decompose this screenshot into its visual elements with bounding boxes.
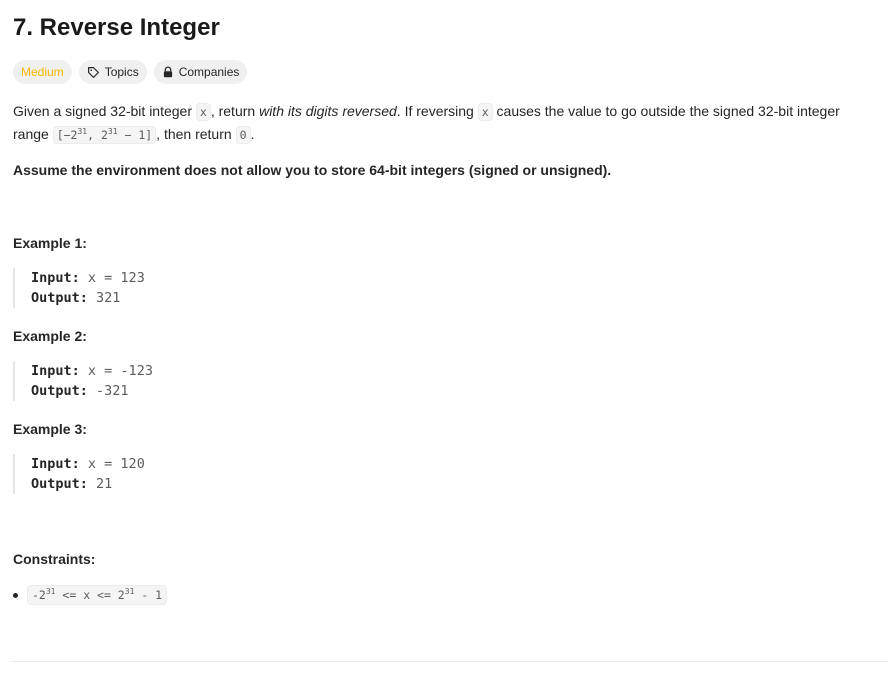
bullet-icon [13,592,18,598]
example-input-line: Input: x = 120 [31,456,145,472]
tag-icon [87,66,100,79]
problem-title[interactable]: 7. Reverse Integer [13,14,220,42]
companies-button[interactable]: Companies [153,60,248,84]
constraint-item: -231 <= x <= 231 - 1 [13,585,168,605]
example-title: Example 1: [13,235,87,251]
example-input-line: Input: x = -123 [31,363,153,379]
example-input-line: Input: x = 123 [31,270,145,286]
inline-code: 0 [235,126,251,144]
constraints-title: Constraints: [13,551,96,567]
inline-code: x [477,103,493,121]
example-output-line: Output: 321 [31,290,121,306]
topics-label: Topics [104,65,139,79]
companies-label: Companies [178,65,240,79]
example-title: Example 3: [13,421,87,437]
example-block: Input: x = 120 Output: 21 [13,454,431,494]
problem-statement: Given a signed 32-bit integer x, return … [13,103,840,144]
divider [10,661,888,662]
lock-icon [162,66,174,78]
topics-button[interactable]: Topics [78,60,147,84]
assumption-note: Assume the environment does not allow yo… [13,162,612,178]
constraint-code: -231 <= x <= 231 - 1 [27,585,168,605]
tag-row: Medium Topics Companies [13,60,248,84]
inline-code: x [195,103,211,121]
example-title: Example 2: [13,328,87,344]
difficulty-badge: Medium [13,60,72,84]
example-block: Input: x = 123 Output: 321 [13,268,431,308]
example-output-line: Output: -321 [31,383,129,399]
example-block: Input: x = -123 Output: -321 [13,361,431,401]
example-output-line: Output: 21 [31,476,113,492]
range-code: [−231, 231 − 1] [52,126,157,144]
